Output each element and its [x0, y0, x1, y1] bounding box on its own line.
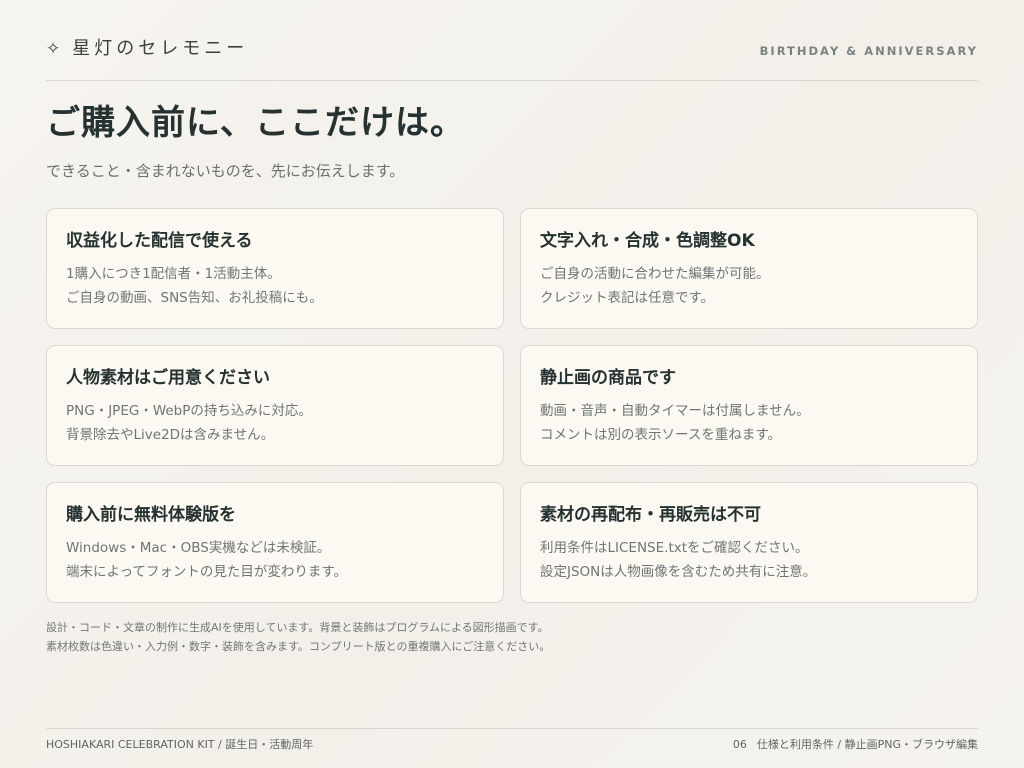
- header-divider: [46, 80, 978, 81]
- card-text: ご自身の活動に合わせた編集が可能。: [540, 266, 770, 282]
- footer-product-name: HOSHIAKARI CELEBRATION KIT / 誕生日・活動周年: [46, 738, 314, 751]
- footer-divider: [46, 728, 978, 729]
- brand-name: 星灯のセレモニー: [72, 38, 249, 59]
- footer-page-info: 06 仕様と利用条件 / 静止画PNG・ブラウザ編集: [733, 738, 978, 752]
- brand: ✧ 星灯のセレモニー: [46, 40, 248, 58]
- card-text: コメントは別の表示ソースを重ねます。: [540, 427, 781, 443]
- card-text: Windows・Mac・OBS実機などは未検証。: [66, 540, 331, 556]
- card-editing-allowed: 文字入れ・合成・色調整OK ご自身の活動に合わせた編集が可能。 クレジット表記は…: [520, 208, 978, 329]
- card-title: 購入前に無料体験版を: [66, 505, 236, 525]
- card-text: 動画・音声・自動タイマーは付属しません。: [540, 403, 810, 419]
- page-title: ご購入前に、ここだけは。: [46, 103, 465, 143]
- card-free-trial: 購入前に無料体験版を Windows・Mac・OBS実機などは未検証。 端末によ…: [46, 482, 504, 603]
- card-text: PNG・JPEG・WebPの持ち込みに対応。: [66, 403, 312, 419]
- card-text: 端末によってフォントの見た目が変わります。: [66, 564, 348, 580]
- note-line: 設計・コード・文章の制作に生成AIを使用しています。背景と装飾はプログラムによる…: [46, 621, 549, 634]
- card-title: 収益化した配信で使える: [66, 231, 253, 251]
- card-text: クレジット表記は任意です。: [540, 290, 715, 306]
- card-text: ご自身の動画、SNS告知、お礼投稿にも。: [66, 290, 323, 306]
- card-monetized-streaming: 収益化した配信で使える 1購入につき1配信者・1活動主体。 ご自身の動画、SNS…: [46, 208, 504, 329]
- disclaimer-notes: 設計・コード・文章の制作に生成AIを使用しています。背景と装飾はプログラムによる…: [46, 618, 550, 656]
- section-title: 仕様と利用条件 / 静止画PNG・ブラウザ編集: [756, 738, 978, 751]
- header-tagline: BIRTHDAY & ANNIVERSARY: [759, 44, 978, 58]
- card-person-assets: 人物素材はご用意ください PNG・JPEG・WebPの持ち込みに対応。 背景除去…: [46, 345, 504, 466]
- card-text: 設定JSONは人物画像を含むため共有に注意。: [540, 564, 817, 580]
- page-subtitle: できること・含まれないものを、先にお伝えします。: [46, 162, 405, 180]
- card-text: 背景除去やLive2Dは含みません。: [66, 427, 275, 443]
- page-number: 06: [732, 738, 747, 751]
- sparkle-icon: ✧: [46, 38, 61, 59]
- card-static-image-product: 静止画の商品です 動画・音声・自動タイマーは付属しません。 コメントは別の表示ソ…: [520, 345, 978, 466]
- page: ✧ 星灯のセレモニー BIRTHDAY & ANNIVERSARY ご購入前に、…: [46, 0, 978, 768]
- note-line: 素材枚数は色違い・入力例・数字・装飾を含みます。コンプリート版との重複購入にご注…: [46, 640, 551, 653]
- card-title: 静止画の商品です: [540, 368, 676, 388]
- card-title: 素材の再配布・再販売は不可: [540, 505, 761, 525]
- card-text: 利用条件はLICENSE.txtをご確認ください。: [540, 540, 809, 556]
- card-text: 1購入につき1配信者・1活動主体。: [66, 266, 281, 282]
- card-no-redistribution: 素材の再配布・再販売は不可 利用条件はLICENSE.txtをご確認ください。 …: [520, 482, 978, 603]
- card-title: 人物素材はご用意ください: [66, 368, 270, 388]
- card-title: 文字入れ・合成・色調整OK: [540, 231, 755, 251]
- header: ✧ 星灯のセレモニー BIRTHDAY & ANNIVERSARY: [46, 36, 978, 68]
- info-card-grid: 収益化した配信で使える 1購入につき1配信者・1活動主体。 ご自身の動画、SNS…: [46, 208, 978, 603]
